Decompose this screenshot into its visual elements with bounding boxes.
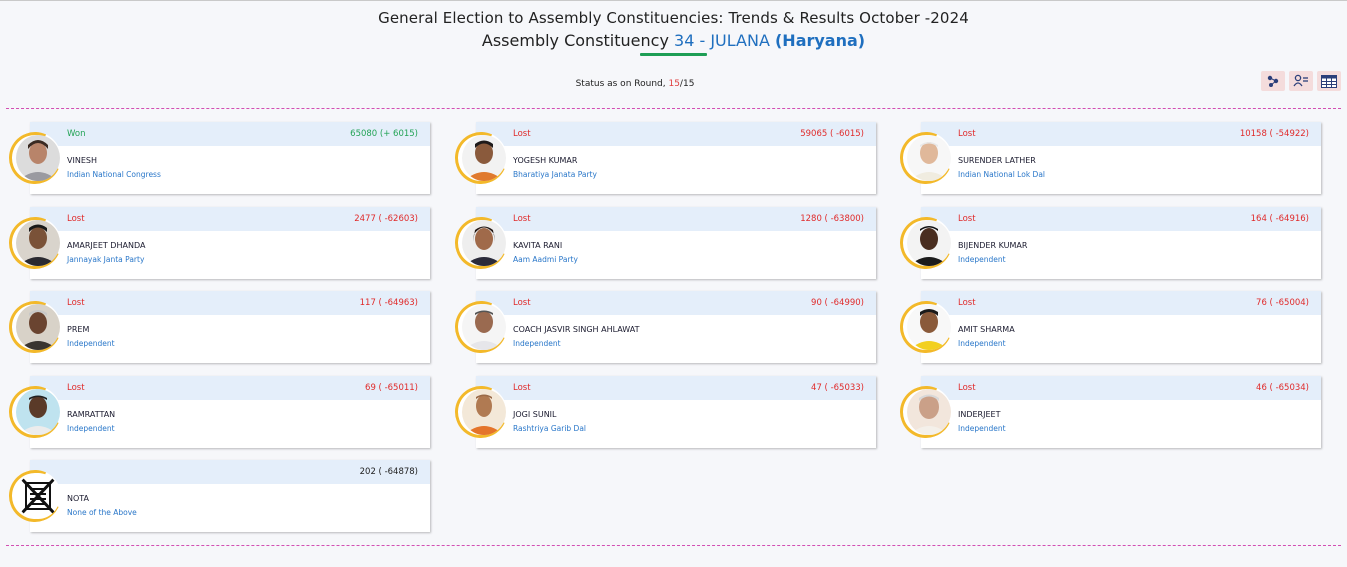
candidate-name: COACH JASVIR SINGH AHLAWAT [513,325,640,334]
candidate-card[interactable]: Lost 76 ( -65004) AMIT SHARMA Independen… [892,291,1323,365]
title-underline [640,53,707,56]
table-icon [1321,74,1337,88]
candidate-photo [16,304,60,350]
result-status: Lost [513,298,531,308]
vote-count: 46 ( -65034) [1256,383,1309,393]
vote-count: 117 ( -64963) [359,298,418,308]
round-status: Status as on Round, 15/15 [0,79,1270,89]
candidate-photo [462,389,506,435]
party-name: Independent [958,255,1006,264]
party-name: Bharatiya Janata Party [513,170,597,179]
party-name: Jannayak Janta Party [67,255,145,264]
party-name: Independent [958,339,1006,348]
divider-top [6,108,1341,109]
user-list-icon [1293,74,1308,87]
constituency-number: 34 - JULANA [674,31,770,50]
result-status: Lost [67,383,85,393]
vote-count: 164 ( -64916) [1250,214,1309,224]
party-name: Indian National Congress [67,170,161,179]
party-name: Independent [67,339,115,348]
candidate-name: INDERJEET [958,410,1001,419]
candidate-photo [462,220,506,266]
candidate-photo [907,304,951,350]
vote-count: 1280 ( -63800) [800,214,864,224]
vote-count: 2477 ( -62603) [354,214,418,224]
vote-count: 10158 ( -54922) [1239,129,1309,139]
party-name: Independent [958,424,1006,433]
state-name: (Haryana) [774,31,866,50]
candidate-name: AMIT SHARMA [958,325,1015,334]
candidate-card[interactable]: Lost 90 ( -64990) COACH JASVIR SINGH AHL… [447,291,878,365]
table-view-button[interactable] [1317,71,1341,91]
candidate-card[interactable]: Lost 69 ( -65011) RAMRATTAN Independent [1,376,432,450]
current-round: 15 [668,79,680,89]
candidate-photo [462,135,506,181]
network-icon [1267,75,1279,87]
vote-count: 47 ( -65033) [811,383,864,393]
party-name: Rashtriya Garib Dal [513,424,587,433]
result-status: Lost [958,383,976,393]
candidate-photo [907,389,951,435]
candidate-card[interactable]: Lost 164 ( -64916) BIJENDER KUMAR Indepe… [892,207,1323,281]
candidate-name: BIJENDER KUMAR [958,241,1028,250]
vote-count: 90 ( -64990) [811,298,864,308]
candidate-name: PREM [67,325,90,334]
page-title: General Election to Assembly Constituenc… [378,9,969,27]
result-status: Lost [513,129,531,139]
result-status: Lost [958,214,976,224]
candidate-card[interactable]: Won 65080 (+ 6015) VINESH Indian Nationa… [1,122,432,196]
page-header: General Election to Assembly Constituenc… [0,1,1347,56]
candidate-name: VINESH [67,156,97,165]
nota-symbol [16,473,60,519]
candidate-card[interactable]: Lost 46 ( -65034) INDERJEET Independent [892,376,1323,450]
candidate-photo [462,304,506,350]
result-status: Lost [67,214,85,224]
divider-bottom [6,545,1341,546]
party-name: Indian National Lok Dal [958,170,1045,179]
result-status: Lost [958,129,976,139]
round-status-label: Status as on Round, [575,79,666,89]
candidate-card[interactable]: Lost 10158 ( -54922) SURENDER LATHER Ind… [892,122,1323,196]
candidate-name: NOTA [67,494,90,503]
candidate-card[interactable]: Lost 2477 ( -62603) AMARJEET DHANDA Jann… [1,207,432,281]
constituency-title: Assembly Constituency 34 - JULANA (Harya… [0,31,1347,50]
candidate-name: JOGI SUNIL [513,410,557,419]
view-toolbar [1261,71,1341,91]
total-rounds: 15 [682,79,695,89]
candidate-card[interactable]: Lost 117 ( -64963) PREM Independent [1,291,432,365]
candidate-photo [16,389,60,435]
vote-count: 202 ( -64878) [359,467,418,477]
candidate-photo [16,135,60,181]
result-status: Lost [67,298,85,308]
candidate-card[interactable]: Lost 1280 ( -63800) KAVITA RANI Aam Aadm… [447,207,878,281]
candidate-card[interactable]: Lost 59065 ( -6015) YOGESH KUMAR Bharati… [447,122,878,196]
party-name: Aam Aadmi Party [513,255,578,264]
result-status: Lost [513,383,531,393]
vote-count: 69 ( -65011) [365,383,418,393]
candidate-list-button[interactable] [1289,71,1313,91]
result-status: Won [67,129,86,139]
party-name: Independent [67,424,115,433]
party-name: Independent [513,339,561,348]
result-status: Lost [513,214,531,224]
candidate-card[interactable]: Lost 47 ( -65033) JOGI SUNIL Rashtriya G… [447,376,878,450]
candidate-photo [907,135,951,181]
candidate-photo [16,220,60,266]
network-view-button[interactable] [1261,71,1285,91]
constituency-prefix: Assembly Constituency [481,31,669,50]
candidate-photo [907,220,951,266]
vote-count: 65080 (+ 6015) [350,129,418,139]
result-status: Lost [958,298,976,308]
vote-count: 59065 ( -6015) [800,129,864,139]
nota-card[interactable]: 202 ( -64878) NOTA None of the Above [1,460,432,534]
nota-icon [16,473,60,519]
candidate-name: RAMRATTAN [67,410,116,419]
party-name: None of the Above [67,508,137,517]
vote-count: 76 ( -65004) [1256,298,1309,308]
candidate-name: SURENDER LATHER [958,156,1036,165]
candidate-name: YOGESH KUMAR [513,156,578,165]
candidate-name: AMARJEET DHANDA [67,241,146,250]
candidate-name: KAVITA RANI [513,241,563,250]
